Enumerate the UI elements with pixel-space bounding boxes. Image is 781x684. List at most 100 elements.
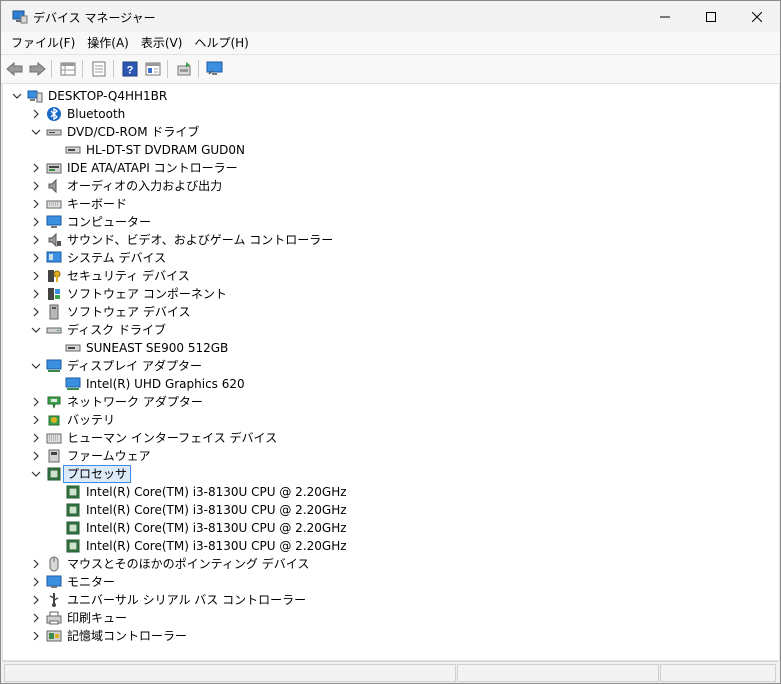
tree-category[interactable]: モニター bbox=[3, 573, 779, 591]
tree-category[interactable]: マウスとそのほかのポインティング デバイス bbox=[3, 555, 779, 573]
scan-hardware-button[interactable] bbox=[205, 59, 225, 79]
chevron-down-icon[interactable] bbox=[30, 324, 42, 336]
chevron-right-icon[interactable] bbox=[30, 396, 42, 408]
tree-category[interactable]: ソフトウェア デバイス bbox=[3, 303, 779, 321]
chevron-right-icon[interactable] bbox=[30, 198, 42, 210]
menu-bar: ファイル(F) 操作(A) 表示(V) ヘルプ(H) bbox=[1, 32, 780, 54]
device-child-icon bbox=[65, 146, 81, 154]
chevron-right-icon[interactable] bbox=[30, 630, 42, 642]
hid-icon bbox=[46, 433, 62, 444]
node-label: モニター bbox=[67, 575, 116, 589]
tree-category[interactable]: ディスク ドライブ bbox=[3, 321, 779, 339]
tree-category[interactable]: ディスプレイ アダプター bbox=[3, 357, 779, 375]
menu-action[interactable]: 操作(A) bbox=[81, 33, 135, 53]
update-driver-button[interactable] bbox=[174, 59, 194, 79]
title-bar: デバイス マネージャー bbox=[1, 1, 780, 32]
help-button[interactable]: ? bbox=[120, 59, 140, 79]
tree-device[interactable]: Intel(R) Core(TM) i3-8130U CPU @ 2.20GHz bbox=[3, 537, 779, 555]
display-adapter-icon bbox=[46, 359, 62, 372]
tree-category[interactable]: サウンド、ビデオ、およびゲーム コントローラー bbox=[3, 231, 779, 249]
chevron-down-icon[interactable] bbox=[11, 90, 23, 102]
tree-device[interactable]: Intel(R) UHD Graphics 620 bbox=[3, 375, 779, 393]
tree-category[interactable]: オーディオの入力および出力 bbox=[3, 177, 779, 195]
node-label: Intel(R) UHD Graphics 620 bbox=[86, 377, 245, 391]
back-button[interactable] bbox=[5, 59, 25, 79]
node-label: ディスプレイ アダプター bbox=[67, 359, 202, 373]
node-label: セキュリティ デバイス bbox=[67, 269, 190, 283]
tree-category[interactable]: ファームウェア bbox=[3, 447, 779, 465]
node-label: サウンド、ビデオ、およびゲーム コントローラー bbox=[67, 233, 334, 247]
chevron-down-icon[interactable] bbox=[30, 360, 42, 372]
chevron-right-icon[interactable] bbox=[30, 594, 42, 606]
chevron-right-icon[interactable] bbox=[30, 180, 42, 192]
status-pane bbox=[660, 664, 776, 682]
tree-root-computer[interactable]: DESKTOP-Q4HH1BR bbox=[3, 87, 779, 105]
tree-category[interactable]: システム デバイス bbox=[3, 249, 779, 267]
status-pane bbox=[4, 664, 456, 682]
node-label: バッテリ bbox=[67, 413, 116, 427]
chevron-right-icon[interactable] bbox=[30, 162, 42, 174]
tree-category[interactable]: コンピューター bbox=[3, 213, 779, 231]
node-label: Intel(R) Core(TM) i3-8130U CPU @ 2.20GHz bbox=[86, 521, 347, 535]
chevron-right-icon[interactable] bbox=[30, 234, 42, 246]
toolbar-separator bbox=[51, 60, 52, 78]
tree-category[interactable]: IDE ATA/ATAPI コントローラー bbox=[3, 159, 779, 177]
chevron-right-icon[interactable] bbox=[30, 252, 42, 264]
node-label: DVD/CD-ROM ドライブ bbox=[67, 125, 200, 139]
node-label: コンピューター bbox=[67, 215, 152, 229]
tree-category[interactable]: セキュリティ デバイス bbox=[3, 267, 779, 285]
chevron-right-icon[interactable] bbox=[30, 216, 42, 228]
tree-category[interactable]: 記憶域コントローラー bbox=[3, 627, 779, 645]
maximize-button[interactable] bbox=[688, 1, 734, 32]
chevron-right-icon[interactable] bbox=[30, 450, 42, 462]
tree-category[interactable]: プロセッサ bbox=[3, 465, 779, 483]
chevron-right-icon[interactable] bbox=[30, 108, 42, 120]
tree-category[interactable]: ヒューマン インターフェイス デバイス bbox=[3, 429, 779, 447]
tree-device[interactable]: Intel(R) Core(TM) i3-8130U CPU @ 2.20GHz bbox=[3, 483, 779, 501]
cpu-child-icon bbox=[66, 539, 80, 553]
forward-button[interactable] bbox=[27, 59, 47, 79]
minimize-button[interactable] bbox=[642, 1, 688, 32]
close-button[interactable] bbox=[734, 1, 780, 32]
toolbar-separator bbox=[113, 60, 114, 78]
node-label: SUNEAST SE900 512GB bbox=[86, 341, 229, 355]
node-label: ユニバーサル シリアル バス コントローラー bbox=[67, 593, 307, 607]
node-label: ディスク ドライブ bbox=[67, 323, 166, 337]
chevron-right-icon[interactable] bbox=[30, 576, 42, 588]
properties-grid-icon bbox=[60, 62, 76, 76]
tree-category[interactable]: Bluetooth bbox=[3, 105, 779, 123]
menu-help[interactable]: ヘルプ(H) bbox=[188, 33, 254, 53]
tree-device[interactable]: Intel(R) Core(TM) i3-8130U CPU @ 2.20GHz bbox=[3, 501, 779, 519]
tree-device[interactable]: SUNEAST SE900 512GB bbox=[3, 339, 779, 357]
toolbar: ? bbox=[1, 54, 780, 84]
menu-file[interactable]: ファイル(F) bbox=[5, 33, 81, 53]
node-label: システム デバイス bbox=[67, 251, 167, 265]
tree-device[interactable]: Intel(R) Core(TM) i3-8130U CPU @ 2.20GHz bbox=[3, 519, 779, 537]
document-button[interactable] bbox=[89, 59, 109, 79]
device-tree[interactable]: DESKTOP-Q4HH1BR Bluetooth DVD/CD-ROM ドライブ H… bbox=[2, 83, 780, 661]
chevron-right-icon[interactable] bbox=[30, 288, 42, 300]
chevron-right-icon[interactable] bbox=[30, 612, 42, 624]
chevron-down-icon[interactable] bbox=[30, 468, 42, 480]
tree-category[interactable]: ユニバーサル シリアル バス コントローラー bbox=[3, 591, 779, 609]
chevron-right-icon[interactable] bbox=[30, 432, 42, 444]
menu-view[interactable]: 表示(V) bbox=[135, 33, 189, 53]
tree-category[interactable]: ネットワーク アダプター bbox=[3, 393, 779, 411]
help-icon: ? bbox=[122, 61, 138, 77]
chevron-down-icon[interactable] bbox=[30, 126, 42, 138]
node-label: マウスとそのほかのポインティング デバイス bbox=[67, 557, 310, 571]
tree-category[interactable]: 印刷キュー bbox=[3, 609, 779, 627]
tree-device[interactable]: HL-DT-ST DVDRAM GUD0N bbox=[3, 141, 779, 159]
chevron-right-icon[interactable] bbox=[30, 558, 42, 570]
properties-grid-button[interactable] bbox=[58, 59, 78, 79]
tree-category[interactable]: バッテリ bbox=[3, 411, 779, 429]
chevron-right-icon[interactable] bbox=[30, 414, 42, 426]
node-label: Intel(R) Core(TM) i3-8130U CPU @ 2.20GHz bbox=[86, 539, 347, 553]
tree-category[interactable]: ソフトウェア コンポーネント bbox=[3, 285, 779, 303]
view-grid-button[interactable] bbox=[143, 59, 163, 79]
tree-category[interactable]: DVD/CD-ROM ドライブ bbox=[3, 123, 779, 141]
chevron-right-icon[interactable] bbox=[30, 306, 42, 318]
chevron-right-icon[interactable] bbox=[30, 270, 42, 282]
update-driver-icon bbox=[177, 62, 191, 76]
tree-category[interactable]: キーボード bbox=[3, 195, 779, 213]
